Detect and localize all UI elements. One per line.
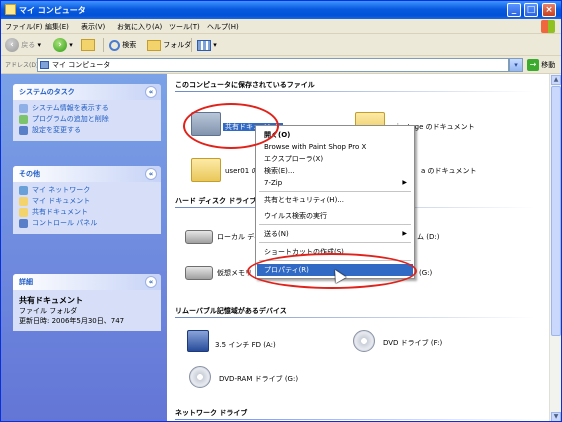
up-folder-icon [81,39,95,51]
place-shared-documents[interactable]: 共有ドキュメント [19,207,155,218]
search-button[interactable]: 検索 [109,37,136,53]
group-header-hard-drives: ハード ディスク ドライブ [175,196,535,208]
virtual-memory-drive-letter: (G:) [419,269,433,277]
ctx-sharing-security[interactable]: 共有とセキュリティ(H)... [257,194,413,206]
system-tasks-box: システムのタスク « システム情報を表示する プログラムの追加と削除 設定を変更… [13,84,161,141]
menu-edit[interactable]: 編集(E) [45,22,69,32]
hard-drive-icon[interactable] [185,230,213,244]
menu-separator [259,224,411,225]
user-documents-item-b[interactable]: a のドキュメント [421,166,477,176]
dvd-drive-icon[interactable] [353,330,375,352]
address-label: アドレス(D) [5,62,39,69]
dvd-ram-drive-item[interactable]: DVD-RAM ドライブ (G:) [219,374,298,384]
place-my-documents[interactable]: マイ ドキュメント [19,196,155,207]
floppy-drive-item[interactable]: 3.5 インチ FD (A:) [215,340,276,350]
collapse-chevron-icon[interactable]: « [145,86,157,98]
task-pane: システムのタスク « システム情報を表示する プログラムの追加と削除 設定を変更… [1,74,167,421]
views-icon [197,39,211,51]
ctx-open[interactable]: 開く(O) [257,129,413,141]
scroll-up-arrow-icon[interactable]: ▲ [551,75,561,85]
ctx-7zip[interactable]: 7-Zip ▶ [257,177,413,189]
hard-drive-icon[interactable] [185,266,213,280]
toolbar-separator [191,38,192,52]
menu-tools[interactable]: ツール(T) [169,22,200,32]
back-button[interactable]: ‹ 戻る ▾ [5,37,41,53]
place-control-panel[interactable]: コントロール パネル [19,218,155,229]
window-title: マイ コンピュータ [19,6,86,15]
windows-logo-icon [541,20,555,33]
programs-icon [19,115,28,124]
title-bar[interactable]: マイ コンピュータ _ □ × [1,1,561,19]
dvd-ram-drive-icon[interactable] [189,366,211,388]
maximize-button[interactable]: □ [524,3,538,17]
menu-separator [259,191,411,192]
folder-icon [19,208,28,217]
system-info-icon [19,104,28,113]
group-header-removable: リムーバブル記憶域があるデバイス [175,306,535,318]
dvd-drive-item[interactable]: DVD ドライブ (F:) [383,338,442,348]
scroll-thumb[interactable] [551,86,561,336]
annotation-ring-shared-folder [183,103,279,149]
group-header-network-drives: ネットワーク ドライブ [175,408,535,420]
forward-arrow-icon: › [53,38,67,52]
control-panel-icon [19,219,28,228]
ctx-search[interactable]: 検索(E)... [257,165,413,177]
minimize-button[interactable]: _ [507,3,521,17]
details-name: 共有ドキュメント [19,296,83,305]
task-add-remove-programs[interactable]: プログラムの追加と削除 [19,114,155,125]
collapse-chevron-icon[interactable]: « [145,168,157,180]
task-view-system-info[interactable]: システム情報を表示する [19,103,155,114]
ctx-explorer[interactable]: エクスプローラ(X) [257,153,413,165]
menu-help[interactable]: ヘルプ(H) [207,22,239,32]
address-field[interactable]: マイ コンピュータ [37,58,509,72]
scroll-down-arrow-icon[interactable]: ▼ [551,412,561,421]
ctx-virus-scan[interactable]: ウイルス検索の実行 [257,210,413,222]
folder-icon[interactable] [191,158,221,182]
submenu-arrow-icon: ▶ [402,230,407,237]
toolbar-separator [103,38,104,52]
address-bar: アドレス(D) マイ コンピュータ ▾ → 移動 [1,56,561,74]
group-header-stored-files: このコンピュータに保存されているファイル [175,80,535,92]
views-button[interactable]: ▾ [197,37,217,53]
ctx-browse-paint-shop[interactable]: Browse with Paint Shop Pro X [257,141,413,153]
details-header[interactable]: 詳細 « [13,274,161,290]
details-box: 詳細 « 共有ドキュメント ファイル フォルダ 更新日時: 2006年5月30日… [13,274,161,331]
collapse-chevron-icon[interactable]: « [145,276,157,288]
network-icon [19,186,28,195]
up-folder-button[interactable] [81,37,95,53]
other-places-header[interactable]: その他 « [13,166,161,182]
details-modified: 更新日時: 2006年5月30日、747 [19,317,125,325]
submenu-arrow-icon: ▶ [402,179,407,186]
menu-view[interactable]: 表示(V) [81,22,105,32]
floppy-drive-icon[interactable] [187,330,209,352]
go-arrow-icon: → [527,59,539,71]
local-disk-d-item[interactable]: ム (D:) [417,232,439,242]
place-my-network[interactable]: マイ ネットワーク [19,185,155,196]
search-icon [109,39,120,51]
system-tasks-header[interactable]: システムのタスク « [13,84,161,100]
back-arrow-icon: ‹ [5,38,19,52]
my-computer-icon [5,4,16,15]
ctx-send-to[interactable]: 送る(N) ▶ [257,228,413,240]
forward-button[interactable]: › ▾ [53,37,73,53]
close-button[interactable]: × [542,3,556,17]
vertical-scrollbar[interactable]: ▲ ▼ [549,74,561,421]
task-change-settings[interactable]: 設定を変更する [19,125,155,136]
details-type: ファイル フォルダ [19,307,78,315]
my-computer-icon [40,61,49,69]
folders-button[interactable]: フォルダ [147,37,191,53]
control-panel-icon [19,126,28,135]
menu-bar: ファイル(F) 編集(E) 表示(V) お気に入り(A) ツール(T) ヘルプ(… [1,19,561,34]
folders-icon [147,39,161,51]
toolbar: ‹ 戻る ▾ › ▾ 検索 フォルダ ▾ [1,34,561,56]
explorer-window: マイ コンピュータ _ □ × ファイル(F) 編集(E) 表示(V) お気に入… [0,0,562,422]
menu-favorites[interactable]: お気に入り(A) [117,22,162,32]
menu-file[interactable]: ファイル(F) [5,22,43,32]
folder-icon [19,197,28,206]
go-button[interactable]: → 移動 [527,58,555,72]
menu-separator [259,242,411,243]
address-dropdown-button[interactable]: ▾ [509,58,523,72]
other-places-box: その他 « マイ ネットワーク マイ ドキュメント 共有ドキュメント コントロー… [13,166,161,234]
